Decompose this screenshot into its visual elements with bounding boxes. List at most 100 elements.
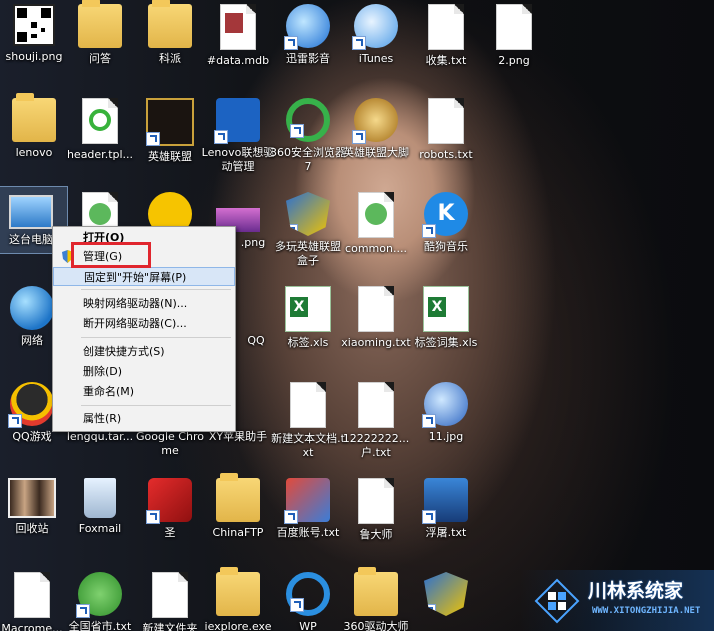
- desktop-icon-lenovo-driver[interactable]: Lenovo联想驱动管理: [200, 92, 276, 188]
- folder-icon: [354, 567, 398, 616]
- icon-label: 标签词集.xls: [414, 336, 478, 349]
- paw-icon: [352, 98, 398, 144]
- desktop-icon-iexplore[interactable]: WP: [270, 566, 346, 631]
- icon-label: 问答: [89, 52, 111, 65]
- icon-label: header.tpl...: [66, 148, 134, 161]
- icon-label: Google Chrome: [136, 430, 204, 457]
- folder-icon: [216, 567, 260, 616]
- desktop-icon-ludashi[interactable]: 浮屠.txt: [408, 472, 484, 568]
- excel-file-icon: [285, 286, 331, 332]
- menu-item-create-shortcut[interactable]: 创建快捷方式(S): [53, 342, 235, 361]
- desktop-icon-kugou[interactable]: K 酷狗音乐: [408, 186, 484, 282]
- desktop-icon-yingxiong-lianmeng[interactable]: 英雄联盟: [132, 92, 208, 188]
- menu-item-properties[interactable]: 属性(R): [53, 409, 235, 428]
- foxmail-icon: [146, 478, 192, 524]
- text-file-icon: [14, 572, 50, 618]
- desktop-icon-biaoqian-ciji-xls[interactable]: 标签词集.xls: [408, 280, 484, 376]
- desktop-icon-xunlei-yingyin[interactable]: 迅雷影音: [270, 0, 346, 94]
- user-folder-icon: [12, 93, 56, 142]
- kankan-icon: [422, 382, 468, 428]
- icon-label: 360安全浏览器7: [270, 146, 346, 173]
- icon-label: 百度账号.txt: [276, 526, 340, 539]
- icon-label: 圣: [164, 526, 176, 539]
- dreamweaver-icon: [76, 572, 122, 618]
- ludashi-icon: [422, 478, 468, 524]
- text-file-icon: [358, 286, 394, 332]
- icon-label: 酷狗音乐: [424, 240, 468, 253]
- windows-logo-icon: [534, 578, 580, 624]
- icon-label: iTunes: [358, 52, 394, 65]
- icon-label: lengqu.tar...: [66, 430, 134, 443]
- text-file-icon: [152, 572, 188, 618]
- music-note-icon: [352, 4, 398, 50]
- desktop-icon-shouji-txt[interactable]: 收集.txt: [408, 0, 484, 94]
- desktop-icon-new-text-doc[interactable]: 新建文本文档.txt: [270, 376, 346, 472]
- text-file-icon: [428, 98, 464, 144]
- desktop-icon-chinaftp[interactable]: 百度账号.txt: [270, 472, 346, 568]
- icon-label: QQ游戏: [12, 430, 52, 443]
- desktop-icon-xiaoming-txt[interactable]: xiaoming.txt: [338, 280, 414, 376]
- league-of-legends-icon: [146, 98, 194, 146]
- desktop-icon-kepai[interactable]: 科派: [132, 0, 208, 94]
- icon-label: 科派: [159, 52, 181, 65]
- desktop-icon-sheng[interactable]: ChinaFTP: [200, 472, 276, 568]
- shield-icon: [286, 192, 330, 236]
- menu-item-delete[interactable]: 删除(D): [53, 362, 235, 381]
- desktop-icon-robots-txt[interactable]: robots.txt: [408, 92, 484, 188]
- desktop-icon-common-dw[interactable]: common....: [338, 186, 414, 282]
- desktop-icon-txt-1222[interactable]: 12222222...户.txt: [338, 376, 414, 472]
- ftp-icon: [284, 478, 330, 524]
- desktop-icon-2-png[interactable]: 2.png: [476, 0, 552, 94]
- desktop-icon-macromedia[interactable]: 全国省市.txt: [62, 566, 138, 631]
- desktop-icon-biaoqian-xls[interactable]: 标签.xls: [270, 280, 346, 376]
- gear-icon: [214, 98, 260, 144]
- icon-label: 12222222...户.txt: [342, 432, 410, 459]
- desktop-icon-xunlei-kankan[interactable]: 11.jpg: [408, 376, 484, 472]
- ie-icon: [286, 98, 330, 142]
- desktop-icon-recycle-bin[interactable]: Foxmail: [62, 472, 138, 568]
- menu-item-disconnect-drive[interactable]: 断开网络驱动器(C)...: [53, 314, 235, 333]
- image-file-icon: [496, 4, 532, 50]
- icon-label: iexplore.exe: [204, 620, 272, 631]
- annotation-highlight-box: [71, 242, 151, 268]
- computer-icon: [9, 195, 53, 229]
- player-icon: [284, 4, 330, 50]
- desktop-icon-11-jpg[interactable]: 回收站: [0, 472, 70, 568]
- desktop-icon-wenjian[interactable]: 问答: [62, 0, 138, 94]
- menu-item-map-drive[interactable]: 映射网络驱动器(N)...: [53, 294, 235, 313]
- icon-label: 英雄联盟大脚: [343, 146, 409, 159]
- desktop-icon-fuyi-txt[interactable]: Macrome...: [0, 566, 70, 631]
- folder-icon: [216, 473, 260, 522]
- icon-label: 浮屠.txt: [425, 526, 467, 539]
- icon-label: 全国省市.txt: [68, 620, 132, 631]
- icon-label: robots.txt: [419, 148, 473, 161]
- desktop-icon-duowan-box[interactable]: 多玩英雄联盟盒子: [270, 186, 346, 282]
- desktop-icon-data-mdb[interactable]: #data.mdb: [200, 0, 276, 94]
- icon-label: Macrome...: [1, 622, 63, 631]
- desktop-icon-wp[interactable]: 360驱动大师: [338, 566, 414, 631]
- watermark-url: WWW.XITONGZHIJIA.NET: [592, 606, 701, 616]
- desktop-icon-baidu-account[interactable]: 鲁大师: [338, 472, 414, 568]
- desktop-icon-360-driver[interactable]: [408, 566, 484, 631]
- menu-item-rename[interactable]: 重命名(M): [53, 382, 235, 401]
- icon-label: 2.png: [498, 54, 530, 67]
- desktop-icon-header-tpl[interactable]: header.tpl...: [62, 92, 138, 188]
- text-file-icon: [428, 4, 464, 50]
- photo-icon: [8, 478, 56, 518]
- desktop-icon-new-folder[interactable]: iexplore.exe: [200, 566, 276, 631]
- desktop-icon-itunes[interactable]: iTunes: [338, 0, 414, 94]
- desktop-icon-360-browser[interactable]: 360安全浏览器7: [270, 92, 346, 188]
- icon-label: 迅雷影音: [286, 52, 330, 65]
- icon-label: 鲁大师: [359, 528, 393, 541]
- icon-label: XY苹果助手: [208, 430, 268, 443]
- desktop-icon-quanguo-shi[interactable]: 新建文件夹: [132, 566, 208, 631]
- ie-document-icon: [82, 98, 118, 144]
- folder-icon: [148, 0, 192, 48]
- icon-label: ChinaFTP: [212, 526, 264, 539]
- desktop-icon-yingxiong-jiaoben[interactable]: 英雄联盟大脚: [338, 92, 414, 188]
- text-file-icon: [290, 382, 326, 428]
- menu-separator: [81, 289, 231, 290]
- desktop-icon-foxmail[interactable]: 圣: [132, 472, 208, 568]
- menu-item-pin-start[interactable]: 固定到"开始"屏幕(P): [53, 267, 235, 286]
- icon-label: 收集.txt: [425, 54, 467, 67]
